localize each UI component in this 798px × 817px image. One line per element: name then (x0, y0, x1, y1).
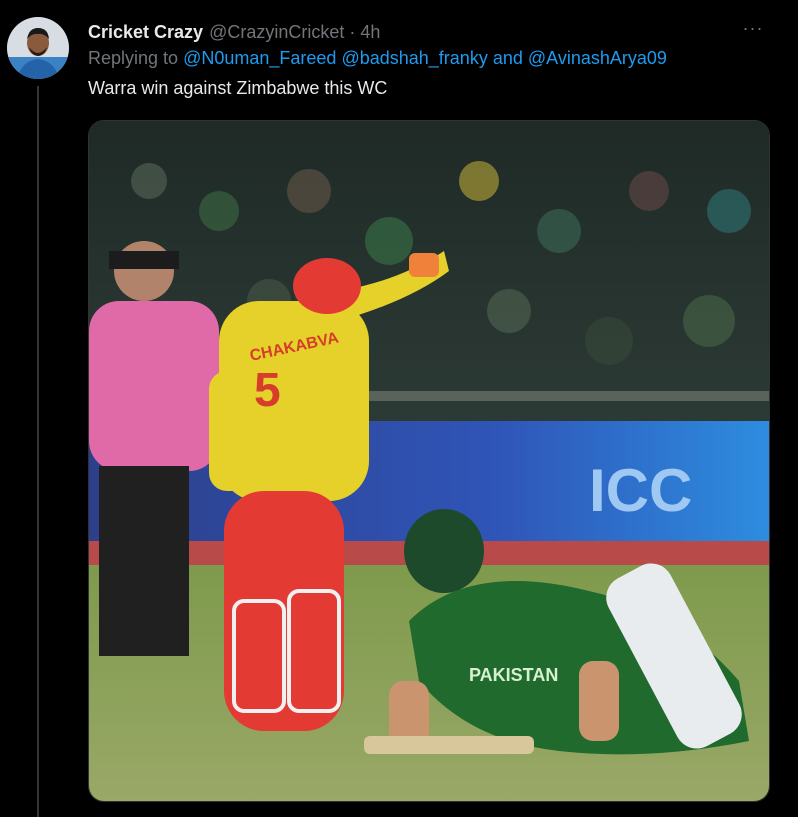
avatar-image (7, 17, 69, 79)
author-handle[interactable]: @CrazyinCricket (209, 22, 344, 43)
shirt-text: PAKISTAN (469, 665, 558, 685)
more-options-icon[interactable]: ··· (740, 19, 766, 42)
mention-conjunction[interactable]: and (493, 48, 523, 68)
tweet-media-photo[interactable]: ICC 5 CHAKABVA PAKISTAN (88, 120, 770, 802)
replying-to-label: Replying to (88, 48, 179, 68)
jersey-number: 5 (254, 364, 281, 417)
mention-link[interactable]: @AvinashArya09 (528, 48, 667, 68)
tweet-body-text: Warra win against Zimbabwe this WC (88, 78, 388, 98)
mention-link[interactable]: @N0uman_Fareed (183, 48, 336, 68)
tweet-header: Cricket Crazy @CrazyinCricket · 4h (88, 20, 778, 44)
thread-connector-line (37, 86, 39, 817)
author-avatar[interactable] (7, 17, 69, 79)
board-text: ICC (589, 457, 692, 524)
cricket-photo-image: ICC 5 CHAKABVA PAKISTAN (89, 121, 769, 801)
header-separator: · (349, 21, 356, 42)
replying-to-line: Replying to @N0uman_Fareed @badshah_fran… (88, 48, 667, 69)
mention-link[interactable]: @badshah_franky (341, 48, 487, 68)
author-display-name[interactable]: Cricket Crazy (88, 22, 203, 43)
tweet-timestamp[interactable]: 4h (360, 22, 380, 43)
